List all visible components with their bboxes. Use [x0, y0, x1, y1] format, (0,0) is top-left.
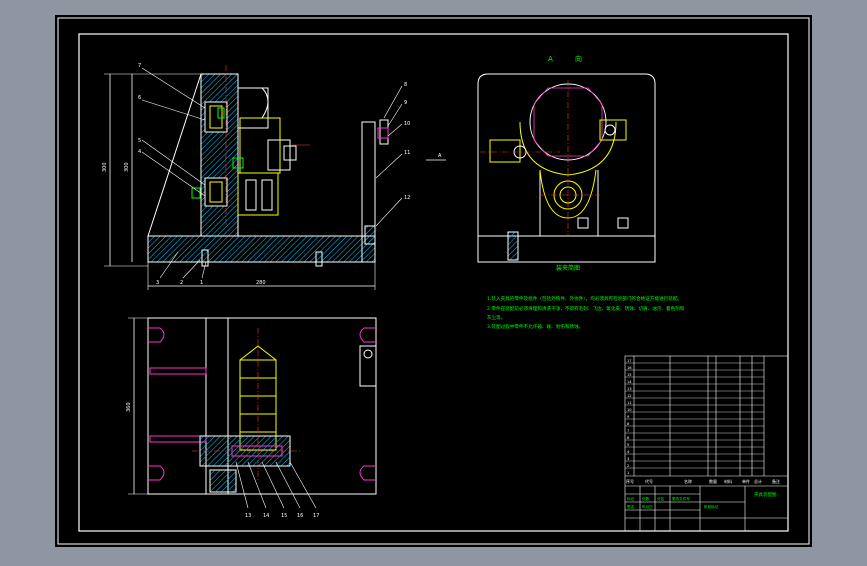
bom-header-cell: 单件 — [742, 478, 750, 484]
drawing-name: 夹具装配图 — [754, 491, 777, 498]
balloon: 16 — [297, 513, 303, 519]
revision-label: 标记 — [627, 496, 635, 501]
bom-header-cell: 序号 — [626, 478, 634, 484]
height-dimension: 300 — [124, 162, 130, 172]
stage-label: 阶段标记 — [704, 504, 719, 509]
bom-row-number: 11 — [627, 401, 632, 405]
balloon: 17 — [313, 513, 319, 519]
balloon: 15 — [281, 513, 287, 519]
balloon: 7 — [138, 63, 141, 69]
bom-header-cell: 总计 — [754, 478, 762, 484]
balloon: 12 — [404, 195, 410, 201]
balloon: 8 — [404, 82, 407, 88]
paper-sheet — [55, 15, 812, 547]
bom-row-number: 15 — [627, 373, 632, 377]
bom-row-number: 17 — [627, 359, 632, 363]
bom-row-number: 3 — [627, 457, 629, 461]
bom-row-number: 2 — [627, 464, 629, 468]
note-line: 3.装配过程中零件不允许磕、碰、划伤和锈蚀。 — [487, 323, 583, 330]
revision-label: 签名 — [627, 504, 635, 509]
bom-header-cell: 名称 — [684, 478, 692, 484]
note-line: 2.零件在装配前必须清理和清洗干净，不得有毛刺、飞边、氧化皮、锈蚀、切屑、油污、… — [487, 305, 685, 312]
revision-label: 更改文件号 — [672, 496, 690, 501]
bom-row-number: 1 — [627, 471, 629, 475]
balloon: 3 — [156, 280, 159, 286]
width-dimension: 280 — [256, 280, 266, 286]
section-mark: A — [438, 153, 442, 159]
balloon: 2 — [180, 280, 183, 286]
balloon: 11 — [404, 150, 410, 156]
bom-row-number: 10 — [627, 408, 632, 412]
view-a-caption: 装夹简图 — [556, 264, 580, 272]
bom-row-number: 12 — [627, 394, 632, 398]
balloon: 13 — [245, 513, 251, 519]
note-line: 灰尘等。 — [487, 314, 505, 321]
drawing-canvas[interactable]: 7 6 5 4 3 2 1 8 9 10 11 12 300 300 280 A — [0, 0, 867, 562]
bom-row-number: 13 — [627, 387, 632, 391]
bom-row-number: 5 — [627, 443, 629, 447]
balloon: 4 — [138, 149, 141, 155]
revision-label: 年月日 — [642, 504, 653, 509]
bom-header-cell: 代号 — [645, 478, 653, 484]
bom-row-number: 14 — [627, 380, 632, 384]
note-line: 1.装入夹具的零件及组件（包括外购件、外协件），均必须具有检验部门的合格证方能进… — [487, 295, 682, 302]
bom-header-cell: 材料 — [724, 478, 732, 484]
revision-label: 处数 — [642, 496, 650, 501]
height-dimension: 300 — [102, 162, 108, 172]
revision-label: 分区 — [657, 496, 665, 501]
view-a-direction: 向 — [575, 54, 582, 63]
balloon: 10 — [404, 121, 410, 127]
bom-row-number: 16 — [627, 366, 632, 370]
bottom-height-dimension: 360 — [126, 402, 132, 412]
view-a-letter: A — [548, 55, 553, 63]
bom-header-cell: 备注 — [772, 478, 780, 484]
bom-row-number: 7 — [627, 429, 629, 433]
balloon: 14 — [263, 513, 269, 519]
balloon: 1 — [200, 280, 203, 286]
balloon: 5 — [138, 138, 141, 144]
balloon: 9 — [404, 100, 407, 106]
bom-header-cell: 数量 — [709, 478, 717, 484]
balloon: 6 — [138, 95, 141, 101]
cad-viewport[interactable]: 7 6 5 4 3 2 1 8 9 10 11 12 300 300 280 A — [0, 0, 867, 562]
